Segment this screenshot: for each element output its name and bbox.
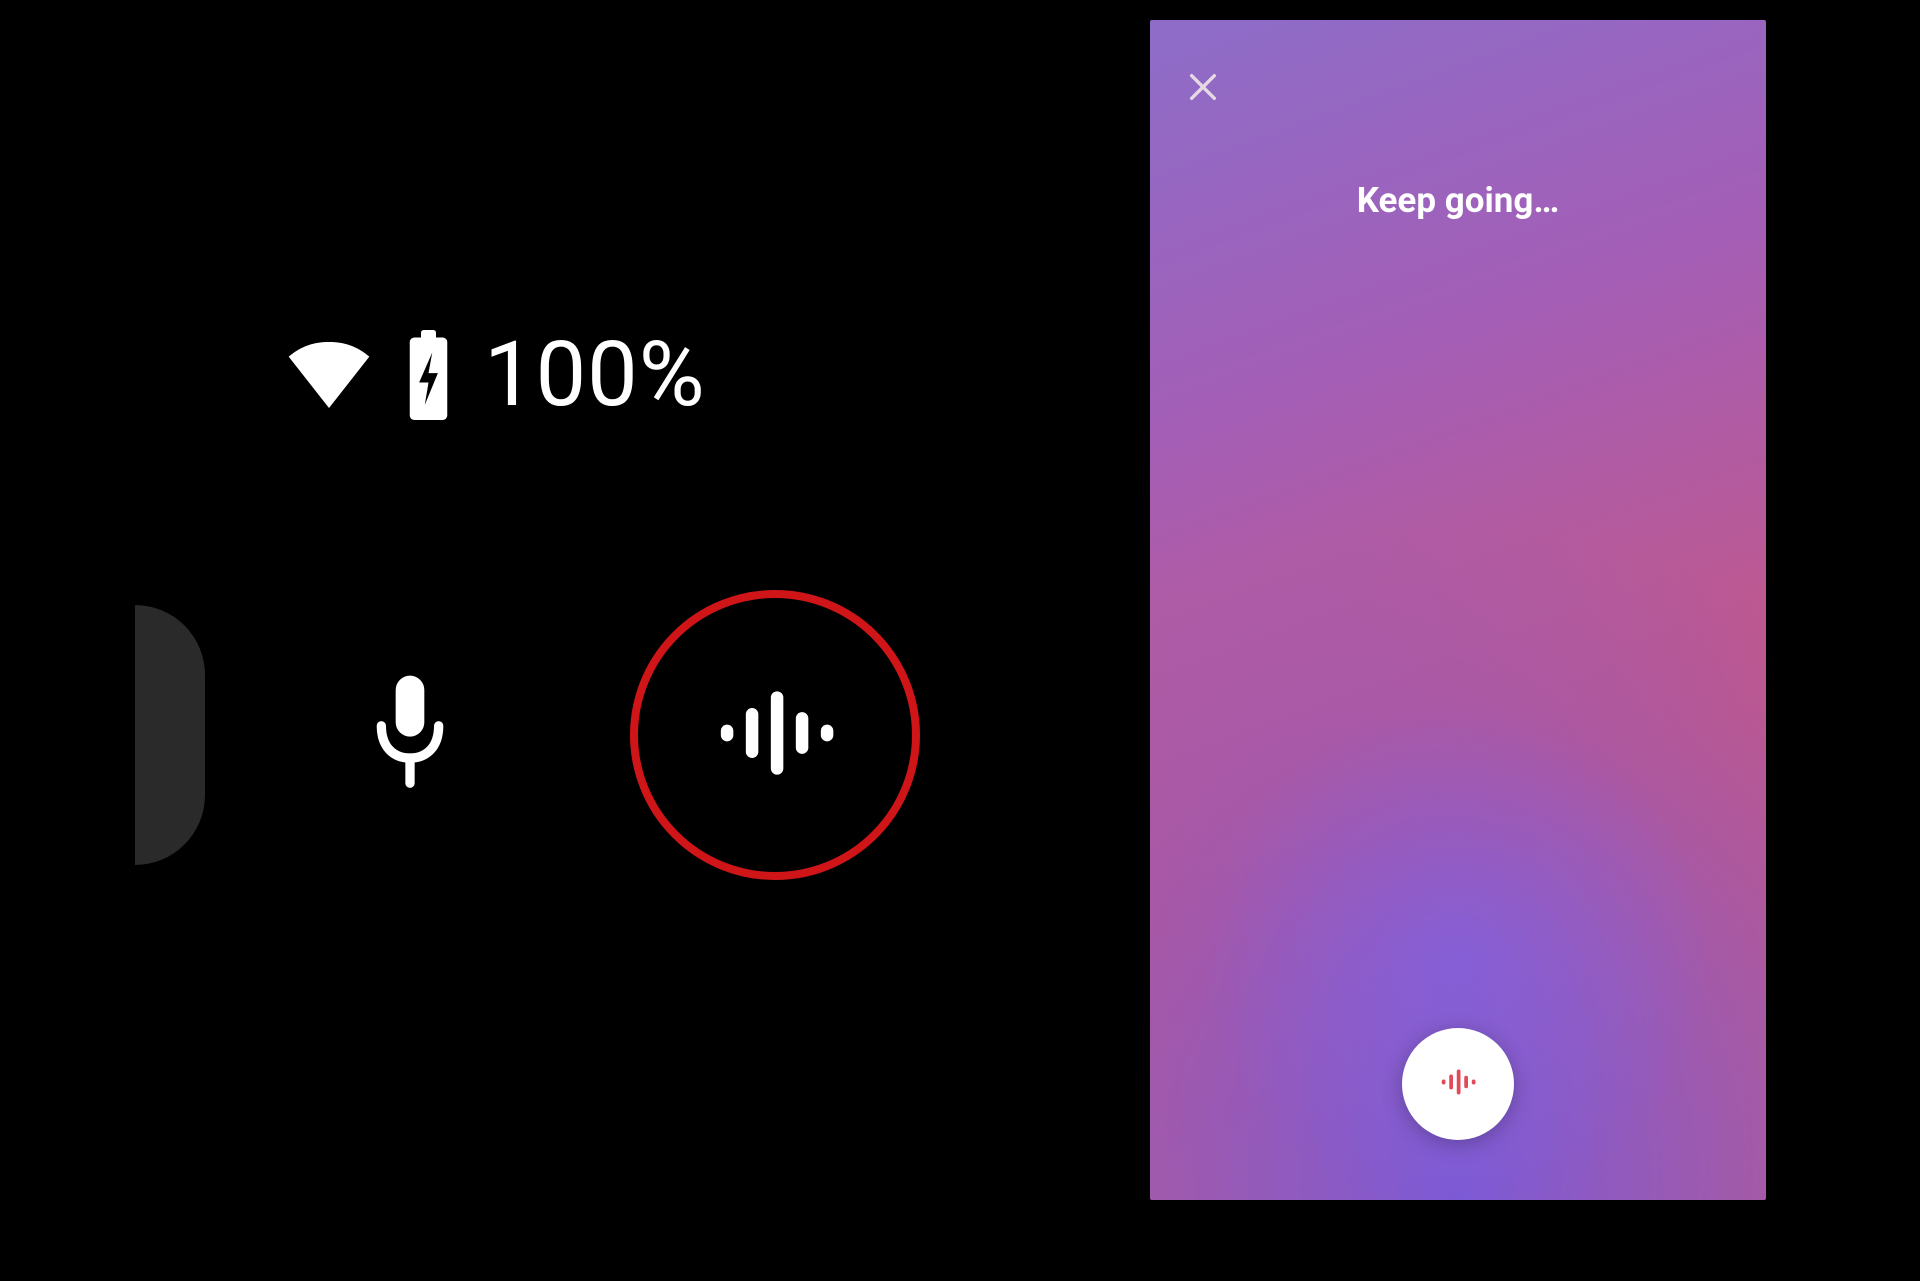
listen-button[interactable] (1402, 1028, 1514, 1140)
status-bar: 100% (285, 330, 706, 420)
left-area: 100% (0, 0, 1140, 1281)
battery-charging-icon (401, 330, 456, 420)
sound-search-button[interactable] (630, 590, 920, 880)
battery-percentage: 100% (484, 330, 706, 420)
wifi-icon (285, 340, 373, 410)
sound-search-icon (1439, 1067, 1477, 1101)
collapsed-side-handle[interactable] (135, 605, 205, 865)
sound-search-icon (710, 683, 840, 787)
microphone-button[interactable] (355, 680, 465, 790)
microphone-icon (367, 668, 453, 802)
panel-title: Keep going… (1150, 180, 1766, 221)
controls-row (135, 590, 920, 880)
close-icon (1186, 70, 1220, 104)
song-search-panel: Keep going… (1150, 20, 1766, 1200)
close-button[interactable] (1182, 66, 1224, 108)
